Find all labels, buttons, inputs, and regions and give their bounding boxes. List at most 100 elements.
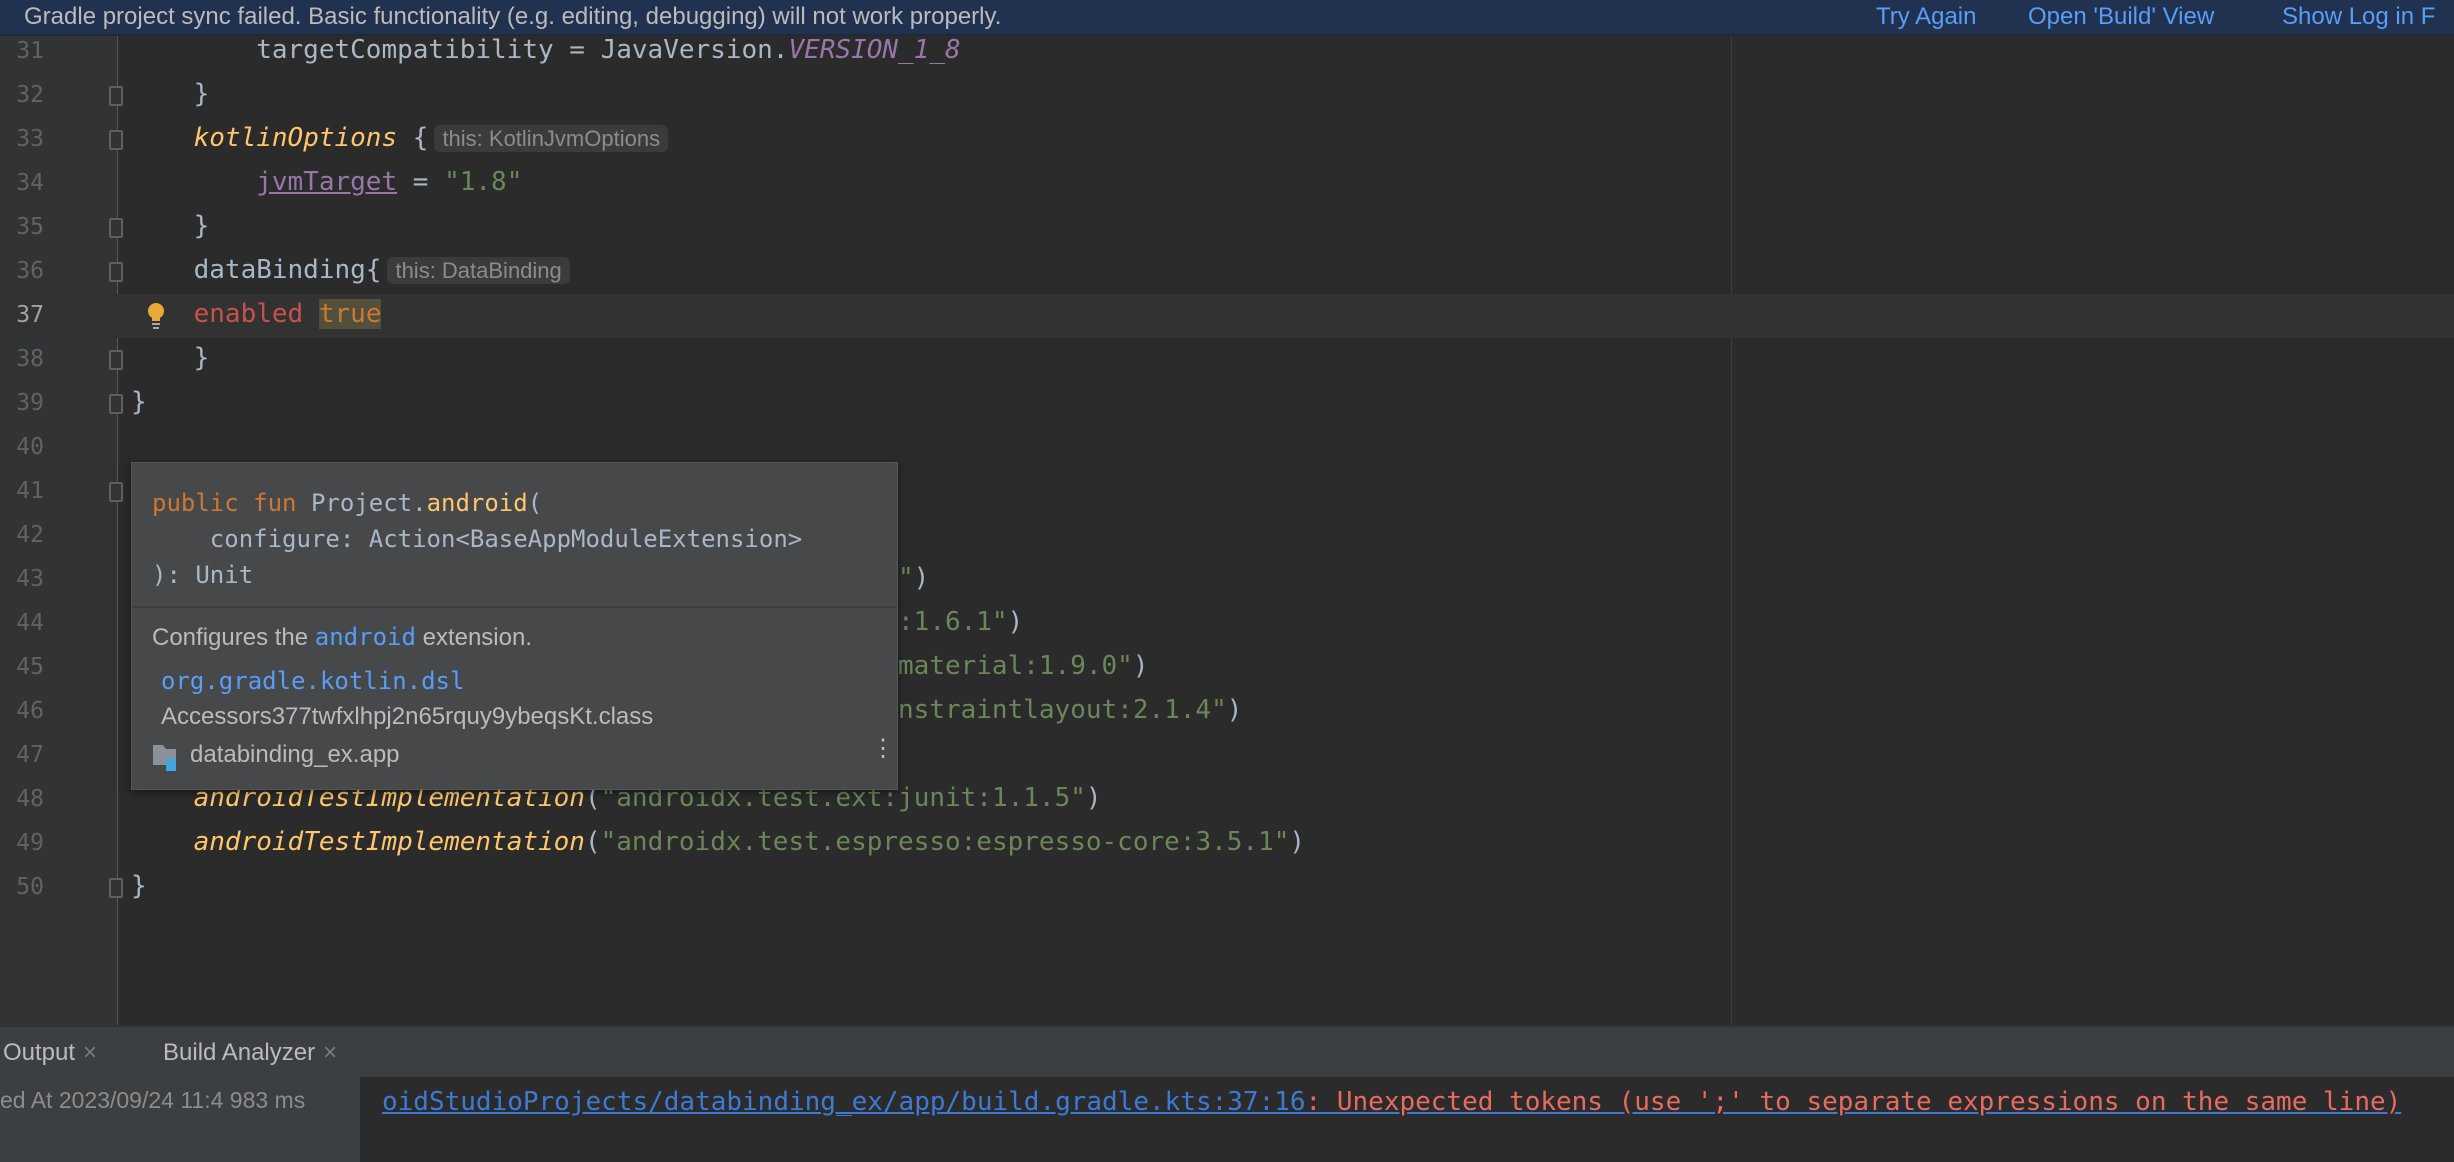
open-build-view-link[interactable]: Open 'Build' View [2028, 3, 2214, 31]
code-token: :1.6.1" [898, 607, 1008, 637]
try-again-link[interactable]: Try Again [1876, 3, 1977, 31]
code-line[interactable]: 33 kotlinOptions {this: KotlinJvmOptions [0, 118, 2454, 162]
code-token: ) [1289, 827, 1306, 857]
code-token: } [131, 387, 147, 417]
code-token: } [131, 343, 210, 373]
line-number: 49 [16, 830, 44, 856]
popup-divider [132, 606, 897, 608]
line-number: 33 [16, 126, 44, 152]
description: Configures the android extension. [152, 623, 532, 652]
line-number: 45 [16, 654, 44, 680]
sig-name: android [426, 489, 528, 517]
desc-text: Configures the [152, 624, 315, 651]
code-text: } [131, 387, 147, 417]
module-folder-icon [152, 743, 182, 773]
type-hint: this: DataBinding [387, 257, 570, 284]
module-name: databinding_ex.app [190, 741, 400, 768]
fold-marker-icon[interactable] [109, 262, 123, 282]
fold-marker-icon[interactable] [109, 218, 123, 238]
fold-marker-icon[interactable] [109, 130, 123, 150]
code-line[interactable]: 34 jvmTarget = "1.8" [0, 162, 2454, 206]
fold-marker-icon[interactable] [109, 878, 123, 898]
sig-paren: ( [527, 489, 543, 517]
close-icon[interactable]: × [83, 1039, 97, 1066]
code-token: ( [584, 827, 601, 857]
code-token: "androidx.test.espresso:espresso-core:3.… [600, 827, 1290, 857]
code-line[interactable]: 39} [0, 382, 2454, 426]
code-token: nstraintlayout:2.1.4" [898, 695, 1227, 725]
code-line[interactable]: 32 } [0, 74, 2454, 118]
code-line[interactable]: 31 targetCompatibility = JavaVersion.VER… [0, 30, 2454, 74]
code-token: VERSION_1_8 [788, 35, 961, 65]
code-token: ) [1132, 651, 1149, 681]
line-number: 31 [16, 38, 44, 64]
code-line[interactable]: 35 } [0, 206, 2454, 250]
close-icon[interactable]: × [323, 1039, 337, 1066]
code-line[interactable]: 36 dataBinding{this: DataBinding [0, 250, 2454, 294]
code-text: } [131, 871, 147, 901]
fold-marker-icon[interactable] [109, 86, 123, 106]
code-text: kotlinOptions {this: KotlinJvmOptions [131, 123, 669, 153]
code-token: } [131, 79, 210, 109]
banner-message: Gradle project sync failed. Basic functi… [24, 3, 1002, 30]
show-log-link[interactable]: Show Log in F [2282, 3, 2435, 31]
line-number: 36 [16, 258, 44, 284]
code-token: ) [1007, 607, 1024, 637]
code-text: enabled true [131, 299, 382, 329]
line-number: 50 [16, 874, 44, 900]
tab-label: Build Analyzer [163, 1039, 316, 1066]
code-token: jvmTarget [256, 167, 398, 197]
code-token: ) [1085, 783, 1102, 813]
error-location-link[interactable]: oidStudioProjects/databinding_ex/app/bui… [382, 1087, 2401, 1117]
code-token: androidTestImplementation [193, 827, 585, 857]
code-text: androidTestImplementation("androidx.test… [131, 827, 1305, 857]
code-token: = [397, 167, 445, 197]
tool-window-tabs: Output × Build Analyzer × [0, 1025, 2454, 1077]
line-number: 39 [16, 390, 44, 416]
line-number: 38 [16, 346, 44, 372]
tab-label: Output [3, 1039, 76, 1066]
build-status[interactable]: ed At 2023/09/24 11:4 983 ms [0, 1087, 305, 1114]
more-options-icon[interactable]: ⋮ [871, 737, 895, 769]
file-link[interactable]: oidStudioProjects/databinding_ex/app/bui… [382, 1087, 1306, 1117]
code-text: } [131, 79, 210, 109]
code-token: targetCompatibility = JavaVersion. [131, 35, 789, 65]
tab-build-analyzer[interactable]: Build Analyzer × [163, 1039, 337, 1067]
documentation-popup: public fun Project.android( configure: A… [131, 462, 898, 790]
code-token: } [131, 211, 210, 241]
tab-output[interactable]: Output × [3, 1039, 97, 1067]
fold-marker-icon[interactable] [109, 350, 123, 370]
line-number: 35 [16, 214, 44, 240]
class-file: Accessors377twfxlhpj2n65rquy9ybeqsKt.cla… [161, 703, 654, 730]
code-token: "1.8" [444, 167, 523, 197]
code-token: } [131, 871, 147, 901]
line-number: 48 [16, 786, 44, 812]
line-number: 32 [16, 82, 44, 108]
code-editor[interactable]: 31 targetCompatibility = JavaVersion.VER… [0, 35, 2454, 1025]
code-token: true [318, 299, 382, 329]
code-text: } [131, 211, 210, 241]
code-line[interactable]: 50} [0, 866, 2454, 910]
package-link[interactable]: org.gradle.kotlin.dsl [161, 667, 464, 695]
code-line[interactable]: 38 } [0, 338, 2454, 382]
android-link[interactable]: android [315, 623, 416, 651]
build-tree-panel: ed At 2023/09/24 11:4 983 ms [0, 1077, 360, 1162]
error-message: : Unexpected tokens (use ';' to separate… [1305, 1087, 2402, 1117]
code-token: kotlinOptions [193, 123, 398, 153]
line-number: 43 [16, 566, 44, 592]
code-token: ) [913, 563, 930, 593]
fold-marker-icon[interactable] [109, 394, 123, 414]
line-number: 47 [16, 742, 44, 768]
code-line[interactable]: 37 enabled true [0, 294, 2454, 338]
build-output-console: oidStudioProjects/databinding_ex/app/bui… [360, 1077, 2454, 1162]
code-token: material:1.9.0" [898, 651, 1133, 681]
line-number: 37 [16, 302, 44, 328]
fold-marker-icon[interactable] [109, 482, 123, 502]
code-token: enabled [193, 299, 304, 329]
code-line[interactable]: 49 androidTestImplementation("androidx.t… [0, 822, 2454, 866]
code-token: " [898, 563, 914, 593]
